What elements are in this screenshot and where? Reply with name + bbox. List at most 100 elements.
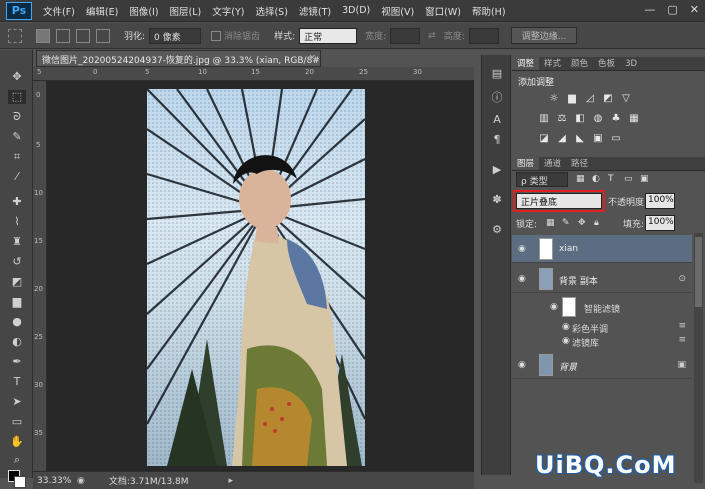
lock-position-icon[interactable]: ✥	[578, 219, 587, 228]
tab-3d[interactable]: 3D	[620, 57, 642, 70]
tab-layers[interactable]: 图层	[512, 157, 540, 170]
lock-all-icon[interactable]: 🔒︎	[594, 219, 603, 228]
shape-icon[interactable]: ▭	[8, 415, 26, 429]
feather-input[interactable]: 0 像素	[149, 27, 202, 44]
close-button[interactable]: ✕	[690, 3, 699, 16]
brush-presets-icon[interactable]: ✽	[490, 193, 504, 207]
layer-row-background-copy[interactable]: ◉ 背景 副本 ⊙	[512, 265, 692, 293]
brightness-icon[interactable]: ☼	[548, 93, 560, 104]
new-selection-icon[interactable]	[36, 28, 50, 43]
antialias-checkbox[interactable]	[211, 30, 222, 41]
tab-adjustments[interactable]: 调整	[512, 57, 540, 70]
eye-icon[interactable]: ◉	[550, 302, 560, 312]
filter-adjust-icon[interactable]: ◐	[592, 175, 601, 184]
menu-view[interactable]: 视图(V)	[381, 4, 414, 18]
eye-icon[interactable]: ◉	[518, 360, 528, 370]
zoom-level[interactable]: 33.33%	[37, 476, 71, 486]
zoom-icon[interactable]: ⌕	[8, 453, 26, 467]
canvas-area[interactable]	[47, 81, 474, 471]
move-icon[interactable]: ✥	[8, 70, 26, 84]
filter-smart-icon[interactable]: ▣	[640, 175, 649, 184]
gradient-map-icon[interactable]: ▭	[610, 133, 622, 144]
actions-icon[interactable]: ▶	[490, 163, 504, 177]
invert-icon[interactable]: ◪	[538, 133, 550, 144]
info-panel-icon[interactable]: ⓘ	[490, 91, 504, 105]
clone-stamp-icon[interactable]: ♜	[8, 235, 26, 249]
opacity-input[interactable]: 100%	[645, 193, 675, 209]
refine-edge-button[interactable]: 调整边缘...	[510, 27, 578, 44]
history-brush-icon[interactable]: ↺	[8, 255, 26, 269]
menu-file[interactable]: 文件(F)	[43, 4, 75, 18]
levels-icon[interactable]: ▆	[566, 93, 578, 104]
eye-icon[interactable]: ◉	[518, 244, 528, 254]
add-selection-icon[interactable]	[56, 28, 70, 43]
info-icon[interactable]: ◉	[77, 476, 85, 486]
blur-icon[interactable]: ●	[8, 315, 26, 329]
eye-icon[interactable]: ◉	[562, 336, 572, 346]
menu-3d[interactable]: 3D(D)	[342, 5, 370, 16]
filter-row-color-halftone[interactable]: ◉ 彩色半调 ≡	[512, 321, 692, 335]
color-lookup-icon[interactable]: ▦	[628, 113, 640, 124]
lock-transparent-icon[interactable]: ▦	[546, 219, 555, 228]
tool-preset-icon[interactable]	[8, 28, 22, 43]
swap-icon[interactable]: ⇄	[428, 31, 436, 41]
eye-icon[interactable]: ◉	[518, 274, 528, 284]
minimize-button[interactable]: —	[644, 3, 655, 16]
width-input[interactable]	[390, 27, 421, 44]
exposure-icon[interactable]: ◩	[602, 93, 614, 104]
color-balance-icon[interactable]: ⚖	[556, 113, 568, 124]
selective-color-icon[interactable]: ▣	[592, 133, 604, 144]
tab-swatches[interactable]: 色板	[593, 57, 620, 70]
filter-row-filter-gallery[interactable]: ◉ 滤镜库 ≡	[512, 335, 692, 349]
close-document-icon[interactable]: ×	[308, 53, 316, 63]
brush-icon[interactable]: ⌇	[8, 215, 26, 229]
tab-paths[interactable]: 路径	[566, 157, 593, 170]
background-color-swatch[interactable]	[14, 476, 26, 488]
fill-input[interactable]: 100%	[645, 215, 675, 231]
style-select[interactable]: 正常	[299, 27, 358, 44]
layer-row-xian[interactable]: ◉ xian	[512, 235, 692, 263]
status-menu-icon[interactable]: ▸	[229, 476, 234, 486]
menu-filter[interactable]: 滤镜(T)	[299, 4, 331, 18]
layers-scrollbar[interactable]	[694, 233, 703, 483]
quick-select-icon[interactable]: ✎	[8, 130, 26, 144]
eye-icon[interactable]: ◉	[562, 322, 572, 332]
channel-mixer-icon[interactable]: ♣	[610, 113, 622, 124]
menu-select[interactable]: 选择(S)	[255, 4, 287, 18]
black-white-icon[interactable]: ◧	[574, 113, 586, 124]
vibrance-icon[interactable]: ▽	[620, 93, 632, 104]
menu-help[interactable]: 帮助(H)	[472, 4, 506, 18]
dodge-icon[interactable]: ◐	[8, 335, 26, 349]
intersect-selection-icon[interactable]	[96, 28, 110, 43]
eraser-icon[interactable]: ◩	[8, 275, 26, 289]
filter-pixel-icon[interactable]: ▦	[576, 175, 585, 184]
lasso-icon[interactable]: ᘐ	[8, 110, 26, 124]
history-icon[interactable]: ▤	[490, 67, 504, 81]
type-icon[interactable]: T	[8, 375, 26, 389]
menu-type[interactable]: 文字(Y)	[212, 4, 244, 18]
path-select-icon[interactable]: ➤	[8, 395, 26, 409]
hand-icon[interactable]: ✋	[8, 435, 26, 449]
scrollbar-thumb[interactable]	[695, 237, 702, 307]
layer-row-background[interactable]: ◉ 背景 ▣	[512, 351, 692, 379]
character-icon[interactable]: A	[490, 113, 504, 127]
menu-window[interactable]: 窗口(W)	[425, 4, 461, 18]
smart-filter-row[interactable]: ◉ 智能滤镜	[512, 297, 692, 317]
tab-styles[interactable]: 样式	[539, 57, 566, 70]
menu-layer[interactable]: 图层(L)	[170, 4, 202, 18]
posterize-icon[interactable]: ◢	[556, 133, 568, 144]
pen-icon[interactable]: ✒	[8, 355, 26, 369]
tab-color[interactable]: 颜色	[566, 57, 593, 70]
document-image[interactable]	[147, 89, 365, 466]
hue-saturation-icon[interactable]: ▥	[538, 113, 550, 124]
menu-image[interactable]: 图像(I)	[129, 4, 158, 18]
document-tab[interactable]: 微信图片_20200524204937-恢复的.jpg @ 33.3% (xia…	[36, 50, 321, 67]
marquee-icon[interactable]: ⬚	[8, 90, 26, 104]
filter-type-icon[interactable]: T	[608, 175, 617, 184]
threshold-icon[interactable]: ◣	[574, 133, 586, 144]
lock-pixels-icon[interactable]: ✎	[562, 219, 571, 228]
restore-button[interactable]: ▢	[667, 3, 677, 16]
clone-source-icon[interactable]: ⚙	[490, 223, 504, 237]
blend-mode-select[interactable]: 正片叠底	[513, 190, 605, 212]
height-input[interactable]	[468, 27, 499, 44]
